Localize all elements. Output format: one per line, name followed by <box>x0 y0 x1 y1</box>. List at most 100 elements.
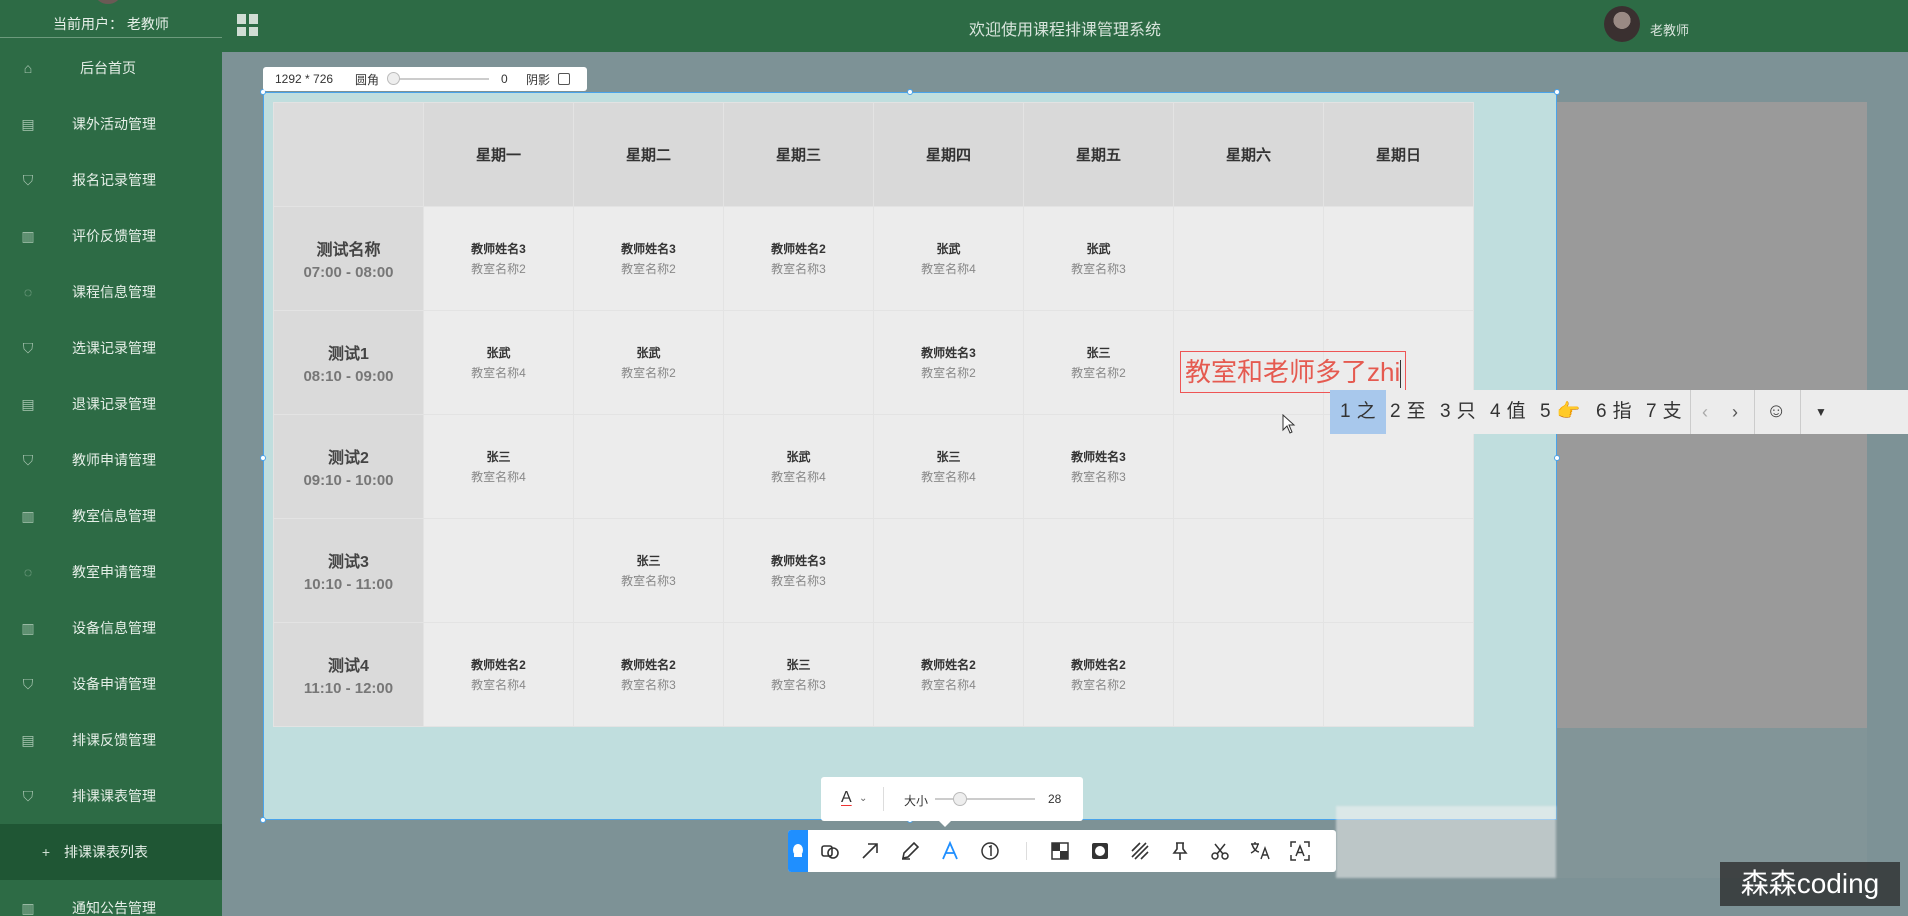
apps-grid-icon[interactable] <box>237 14 259 36</box>
sidebar-item[interactable]: ⌂ 后台首页 <box>0 40 222 96</box>
resize-handle[interactable] <box>260 817 266 823</box>
sidebar-item[interactable]: ▥ 通知公告管理 <box>0 880 222 916</box>
pin-top-icon[interactable] <box>1160 830 1200 872</box>
period-time: 07:00 - 08:00 <box>303 264 394 281</box>
font-color-icon[interactable]: A <box>841 789 852 807</box>
text-icon[interactable] <box>930 830 970 872</box>
sidebar-item-label: 通知公告管理 <box>72 900 156 916</box>
room-name: 教室名称4 <box>921 678 976 692</box>
candidate-number: 5 <box>1540 401 1551 422</box>
ime-candidate[interactable]: 6指 <box>1586 390 1642 434</box>
chevron-down-icon[interactable]: ⌄ <box>859 793 867 804</box>
sidebar-item[interactable]: ▥ 设备信息管理 <box>0 600 222 656</box>
translate-icon[interactable] <box>1240 830 1280 872</box>
text-annotation[interactable]: 教室和老师多了zhi <box>1180 351 1407 393</box>
ime-candidate[interactable]: 2至 <box>1380 390 1436 434</box>
schedule-cell <box>1323 206 1474 311</box>
resize-handle[interactable] <box>260 455 266 461</box>
ime-candidate[interactable]: 3只 <box>1430 390 1486 434</box>
emoji-icon[interactable]: ☺ <box>1766 400 1786 423</box>
sidebar-item-label: 课外活动管理 <box>72 116 156 132</box>
teacher-name: 张武 <box>786 450 811 464</box>
next-page-icon[interactable]: › <box>1732 402 1738 423</box>
corner-radius-slider[interactable] <box>387 72 400 85</box>
sidebar-item[interactable]: ▥ 评价反馈管理 <box>0 208 222 264</box>
candidate-number: 1 <box>1340 401 1351 422</box>
pin-icon[interactable] <box>788 830 808 872</box>
schedule-cell: 教师姓名2 教室名称3 <box>723 206 874 311</box>
mosaic-icon[interactable] <box>1040 830 1080 872</box>
sidebar-item-label: 设备申请管理 <box>72 676 156 692</box>
sidebar-item[interactable]: ▤ 课外活动管理 <box>0 96 222 152</box>
resize-handle[interactable] <box>907 89 913 95</box>
candidate-text: 👉 <box>1556 401 1581 422</box>
room-name: 教室名称3 <box>621 678 676 692</box>
schedule-cell: 张武 教室名称4 <box>423 310 574 415</box>
font-size-track[interactable] <box>935 798 1035 800</box>
columns-icon: ▥ <box>21 227 35 244</box>
sidebar-item[interactable]: ⛉ 报名记录管理 <box>0 152 222 208</box>
scissors-icon[interactable] <box>1200 830 1240 872</box>
sidebar-item-label: 评价反馈管理 <box>72 228 156 244</box>
sidebar-item[interactable]: ▤ 排课反馈管理 <box>0 712 222 768</box>
corner-radius-track[interactable] <box>389 78 489 80</box>
document-icon: ▤ <box>21 115 35 132</box>
sidebar-item[interactable]: ▥ 教室信息管理 <box>0 488 222 544</box>
blur-icon[interactable] <box>1080 830 1120 872</box>
schedule-cell <box>1173 622 1324 727</box>
blurred-background <box>1556 728 1867 878</box>
pen-icon[interactable] <box>890 830 930 872</box>
day-header: 星期三 <box>723 102 874 207</box>
sidebar-item[interactable]: + 排课课表列表 <box>0 824 222 880</box>
candidate-text: 指 <box>1612 401 1632 422</box>
sidebar-item-label: 报名记录管理 <box>72 172 156 188</box>
font-size-slider[interactable] <box>953 792 967 806</box>
sidebar-item[interactable]: ◌ 课程信息管理 <box>0 264 222 320</box>
sidebar-item[interactable]: ⛉ 选课记录管理 <box>0 320 222 376</box>
ime-candidate[interactable]: 7支 <box>1636 390 1692 434</box>
sidebar-item[interactable]: ◌ 教室申请管理 <box>0 544 222 600</box>
day-header: 星期四 <box>873 102 1024 207</box>
sidebar: 当前用户： 老教师 ⌂ 后台首页 ▤ 课外活动管理 ⛉ 报名记录管理 ▥ 评价反馈管理 ◌ 课程信… <box>0 0 222 916</box>
schedule-cell: 张武 教室名称2 <box>573 310 724 415</box>
room-name: 教室名称3 <box>1071 470 1126 484</box>
user-name[interactable]: 老教师 <box>1650 20 1689 39</box>
ime-candidate[interactable]: 1之 <box>1330 390 1386 434</box>
top-bar: 欢迎使用课程排课管理系统 老教师 <box>222 0 1908 52</box>
resize-handle[interactable] <box>1554 455 1560 461</box>
teacher-name: 教师姓名2 <box>771 242 826 256</box>
schedule-cell: 张三 教室名称3 <box>723 622 874 727</box>
shape-icon[interactable] <box>810 830 850 872</box>
chevron-down-icon[interactable]: ▼ <box>1806 390 1836 434</box>
home-icon: ⌂ <box>23 60 33 76</box>
prev-page-icon[interactable]: ‹ <box>1702 402 1708 423</box>
room-name: 教室名称4 <box>771 470 826 484</box>
divider <box>1800 390 1801 434</box>
sidebar-item[interactable]: ⛉ 排课课表管理 <box>0 768 222 824</box>
ime-candidate[interactable]: 5 👉 <box>1530 390 1590 434</box>
candidate-text: 之 <box>1356 401 1376 422</box>
avatar[interactable] <box>1604 6 1640 42</box>
schedule-cell <box>1323 622 1474 727</box>
sidebar-item[interactable]: ▤ 退课记录管理 <box>0 376 222 432</box>
number-icon[interactable] <box>970 830 1010 872</box>
schedule-cell: 张三 教室名称2 <box>1023 310 1174 415</box>
hatch-icon[interactable] <box>1120 830 1160 872</box>
shield-check-icon: ⛉ <box>22 451 34 468</box>
resize-handle[interactable] <box>1554 89 1560 95</box>
day-header: 星期六 <box>1173 102 1324 207</box>
day-header: 星期二 <box>573 102 724 207</box>
teacher-name: 张三 <box>636 554 661 568</box>
schedule-cell: 教师姓名3 教室名称3 <box>723 518 874 623</box>
arrow-icon[interactable] <box>850 830 890 872</box>
ime-candidate[interactable]: 4值 <box>1480 390 1536 434</box>
period-time: 11:10 - 12:00 <box>303 680 394 697</box>
columns-icon: ▥ <box>21 899 35 916</box>
sidebar-item[interactable]: ⛉ 教师申请管理 <box>0 432 222 488</box>
teacher-name: 教师姓名2 <box>471 658 526 672</box>
sidebar-item[interactable]: ⛉ 设备申请管理 <box>0 656 222 712</box>
room-name: 教室名称3 <box>771 262 826 276</box>
ocr-icon[interactable] <box>1280 830 1320 872</box>
shadow-checkbox[interactable] <box>558 73 570 85</box>
schedule-cell <box>1323 518 1474 623</box>
